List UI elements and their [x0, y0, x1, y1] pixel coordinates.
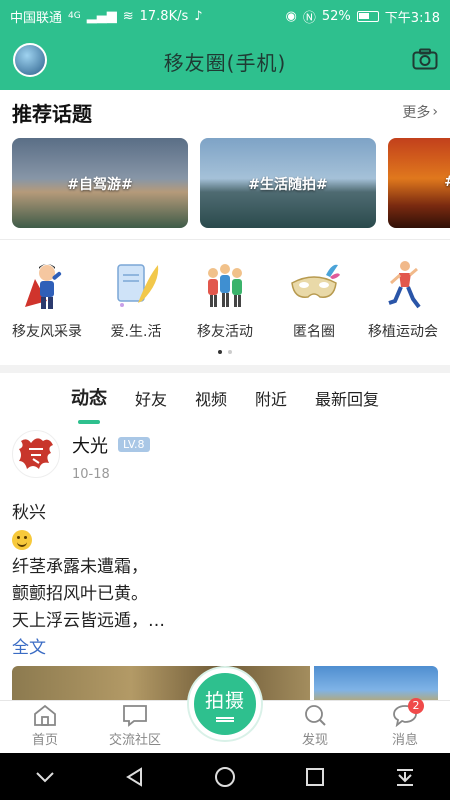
- message-count-badge: 2: [408, 698, 424, 714]
- carrier-label: 中国联通: [10, 10, 63, 26]
- battery-icon: [356, 10, 379, 22]
- nfc-icon: Ⓝ: [302, 10, 316, 26]
- category-label: 移植运动会: [368, 324, 438, 340]
- clock: 下午3:18: [384, 10, 440, 26]
- post-author-name[interactable]: 大光: [72, 432, 108, 458]
- category-strip: 移友风采录 爱.生.活 移友活动 匿名圈 移植运动会: [0, 255, 450, 345]
- carousel-indicator: [0, 350, 450, 354]
- full-text-link[interactable]: 全文: [12, 635, 432, 662]
- nav-label: 交流社区: [108, 733, 161, 748]
- smiley-emoji-icon: [12, 530, 32, 550]
- tab-video[interactable]: 视频: [195, 378, 227, 418]
- mask-icon: [284, 255, 344, 315]
- page-title: 移友圈(手机): [163, 50, 287, 75]
- topic-card-partial[interactable]: #: [388, 138, 450, 228]
- topic-card-label: #自驾游#: [67, 177, 133, 193]
- tab-latest-replies[interactable]: 最新回复: [315, 378, 379, 418]
- topics-more-link[interactable]: 更多 ›: [402, 102, 438, 122]
- category-label: 爱.生.活: [110, 324, 162, 340]
- home-circle-icon[interactable]: [205, 762, 245, 792]
- user-avatar[interactable]: [13, 43, 47, 77]
- section-separator: [0, 365, 450, 373]
- nav-label: 首页: [31, 733, 58, 748]
- battery-percent: 52%: [321, 8, 351, 24]
- system-nav-bar: [0, 753, 450, 800]
- home-icon: [34, 704, 56, 726]
- status-bar: 中国联通 4G ▂▄▆ ≋ 17.8K/s ♪ ◉ Ⓝ 52% 下午3:18: [0, 0, 450, 32]
- nav-label: 消息: [391, 733, 418, 748]
- tab-activity[interactable]: 动态: [71, 378, 107, 418]
- indicator-dot: [218, 350, 222, 354]
- chevron-right-icon: ›: [432, 104, 438, 120]
- category-member-events[interactable]: 移友活动: [182, 255, 268, 345]
- post-line: 天上浮云皆远遁，…: [12, 611, 165, 631]
- camera-icon[interactable]: [412, 48, 438, 70]
- notification-pulldown-icon[interactable]: [385, 762, 425, 792]
- recents-icon[interactable]: [295, 762, 335, 792]
- topic-card-label: #生活随拍#: [248, 177, 328, 193]
- feed-tabs: 动态 好友 视频 附近 最新回复: [0, 378, 450, 418]
- topic-card-life-snapshots[interactable]: #生活随拍#: [200, 138, 376, 228]
- category-label: 匿名圈: [293, 324, 335, 340]
- more-label: 更多: [402, 105, 431, 121]
- nav-home[interactable]: 首页: [0, 701, 90, 753]
- post-line: 颤颤招风叶已黄。: [12, 584, 148, 604]
- message-icon-wrap: 2: [392, 698, 424, 728]
- nav-community[interactable]: 交流社区: [90, 701, 180, 753]
- category-label: 移友活动: [197, 324, 253, 340]
- post-author-avatar[interactable]: [12, 430, 60, 478]
- collapse-icon[interactable]: [25, 762, 65, 792]
- feather-note-icon: [106, 255, 166, 315]
- tiktok-icon: ♪: [194, 8, 203, 24]
- post-body[interactable]: 秋兴 纤茎承露未遭霜， 颤颤招风叶已黄。 天上浮云皆远遁，… 全文: [12, 500, 432, 662]
- category-love-life[interactable]: 爱.生.活: [93, 255, 179, 345]
- shoot-button[interactable]: 拍摄: [189, 668, 261, 740]
- search-icon: [305, 705, 326, 726]
- chat-bubble-icon: [123, 705, 147, 727]
- divider: [0, 239, 450, 240]
- runner-icon: [373, 255, 433, 315]
- category-label: 移友风采录: [12, 324, 82, 340]
- post-date: 10-18: [72, 467, 110, 482]
- people-group-icon: [195, 255, 255, 315]
- category-anonymous[interactable]: 匿名圈: [271, 255, 357, 345]
- post-title: 秋兴: [12, 503, 46, 523]
- menu-lines-icon: [216, 717, 234, 722]
- nav-messages[interactable]: 2 消息: [360, 698, 450, 753]
- wifi-icon: ≋: [122, 8, 134, 24]
- topic-card-label: #: [388, 174, 450, 190]
- level-badge: LV.8: [118, 437, 150, 452]
- tab-friends[interactable]: 好友: [135, 378, 167, 418]
- topics-heading: 推荐话题: [12, 101, 92, 126]
- topics-header: 推荐话题 更多 ›: [0, 90, 450, 134]
- back-icon[interactable]: [115, 762, 155, 792]
- topic-cards: #自驾游# #生活随拍# #: [12, 138, 450, 228]
- network-label: 4G: [68, 11, 81, 21]
- net-speed: 17.8K/s: [139, 8, 189, 24]
- post-line: 纤茎承露未遭霜，: [12, 557, 148, 577]
- tab-nearby[interactable]: 附近: [255, 378, 287, 418]
- nav-discover[interactable]: 发现: [270, 701, 360, 753]
- superhero-icon: [17, 255, 77, 315]
- shoot-label: 拍摄: [204, 690, 245, 712]
- signal-icon: ▂▄▆: [86, 8, 117, 24]
- nav-label: 发现: [301, 733, 328, 748]
- category-transplant-games[interactable]: 移植运动会: [360, 255, 446, 345]
- eye-icon: ◉: [285, 8, 297, 24]
- topic-card-road-trip[interactable]: #自驾游#: [12, 138, 188, 228]
- indicator-dot: [228, 350, 232, 354]
- category-member-showcase[interactable]: 移友风采录: [4, 255, 90, 345]
- app-header: 移友圈(手机): [0, 32, 450, 90]
